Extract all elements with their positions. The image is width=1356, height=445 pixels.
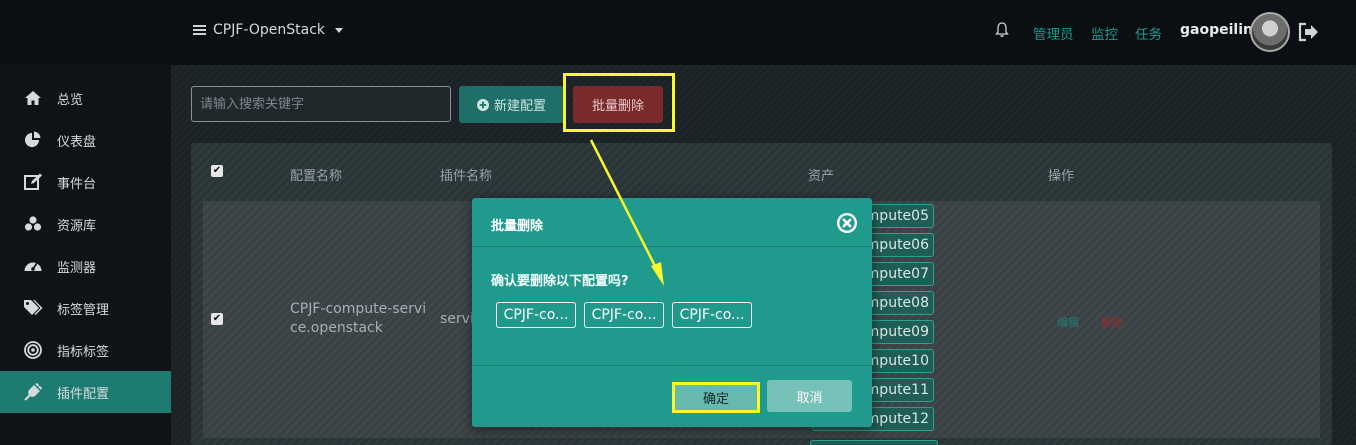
nav-monitor-link[interactable]: 监控 — [1091, 23, 1118, 43]
sidebar-item-monitor[interactable]: 监测器 — [0, 245, 171, 287]
new-config-label: 新建配置 — [493, 99, 546, 114]
dialog-title: 批量删除 — [491, 219, 544, 234]
sidebar-item-label: 总览 — [57, 92, 84, 108]
edit-icon — [24, 173, 42, 190]
highlight-box — [563, 73, 675, 132]
sidebar-item-overview[interactable]: 总览 — [0, 77, 171, 119]
plug-icon — [24, 382, 43, 401]
cancel-button[interactable]: 取消 — [767, 380, 852, 412]
sidebar-item-plugin-config[interactable]: 插件配置 — [0, 371, 171, 413]
sidebar-item-label: 事件台 — [57, 176, 97, 192]
edit-link[interactable]: 编辑 — [1057, 314, 1079, 330]
sidebar-item-label: 监测器 — [57, 260, 97, 276]
sidebar-item-tags[interactable]: 标签管理 — [0, 287, 171, 329]
target-icon — [24, 341, 42, 359]
sidebar-item-metric-tags[interactable]: 指标标签 — [0, 329, 171, 371]
sidebar-item-resources[interactable]: 资源库 — [0, 203, 171, 245]
sidebar-item-label: 指标标签 — [57, 344, 110, 360]
sidebar-item-label: 资源库 — [57, 218, 97, 234]
row-checkbox[interactable]: ✔ — [211, 313, 223, 325]
select-all-checkbox[interactable]: ✔ — [211, 165, 223, 177]
cubes-icon — [24, 216, 42, 231]
plugin-name-cell: servi — [440, 311, 474, 327]
list-icon — [193, 23, 206, 37]
sidebar-item-label: 仪表盘 — [57, 134, 97, 150]
tags-icon — [24, 300, 43, 315]
selected-config-chip: CPJF-co... — [584, 302, 664, 328]
column-header: 操作 — [1048, 169, 1075, 184]
nav-admin-link[interactable]: 管理员 — [1033, 23, 1074, 43]
column-header: 插件名称 — [440, 169, 493, 184]
sidebar-item-label: 插件配置 — [57, 386, 110, 402]
highlight-box — [672, 382, 760, 413]
new-config-button[interactable]: 新建配置 — [459, 86, 564, 123]
logout-icon[interactable] — [1298, 22, 1320, 42]
divider — [472, 246, 872, 247]
app-window: CPJF-OpenStack 管理员 监控 任务 gaopeilin 总览 仪表… — [0, 0, 1356, 445]
project-name: CPJF-OpenStack — [213, 22, 325, 38]
config-name-cell: CPJF-compute-service.openstack — [290, 301, 427, 336]
bell-icon[interactable] — [995, 22, 1009, 38]
home-icon — [25, 91, 41, 105]
search-input[interactable] — [191, 86, 451, 122]
avatar[interactable] — [1250, 12, 1290, 52]
delete-link[interactable]: 删除 — [1101, 314, 1123, 330]
username[interactable]: gaopeilin — [1180, 22, 1253, 38]
sidebar-item-label: 标签管理 — [57, 302, 110, 318]
selected-config-chip: CPJF-co... — [672, 302, 752, 328]
cancel-label: 取消 — [796, 390, 823, 406]
asset-tag — [810, 440, 938, 445]
confirm-question: 确认要删除以下配置吗? — [491, 274, 629, 289]
selected-config-chip: CPJF-co... — [496, 302, 576, 328]
top-bar: CPJF-OpenStack 管理员 监控 任务 gaopeilin — [0, 0, 1356, 65]
close-icon[interactable] — [836, 212, 858, 234]
pie-chart-icon — [25, 131, 41, 147]
project-selector[interactable]: CPJF-OpenStack — [193, 22, 343, 38]
column-header: 配置名称 — [290, 169, 343, 184]
dashboard-icon — [24, 262, 42, 271]
sidebar-item-events[interactable]: 事件台 — [0, 161, 171, 203]
nav-task-link[interactable]: 任务 — [1135, 23, 1162, 43]
chevron-down-icon — [335, 27, 343, 33]
sidebar-item-dashboard[interactable]: 仪表盘 — [0, 119, 171, 161]
divider — [472, 365, 872, 366]
plus-circle-icon — [476, 98, 489, 111]
column-header: 资产 — [808, 169, 835, 184]
